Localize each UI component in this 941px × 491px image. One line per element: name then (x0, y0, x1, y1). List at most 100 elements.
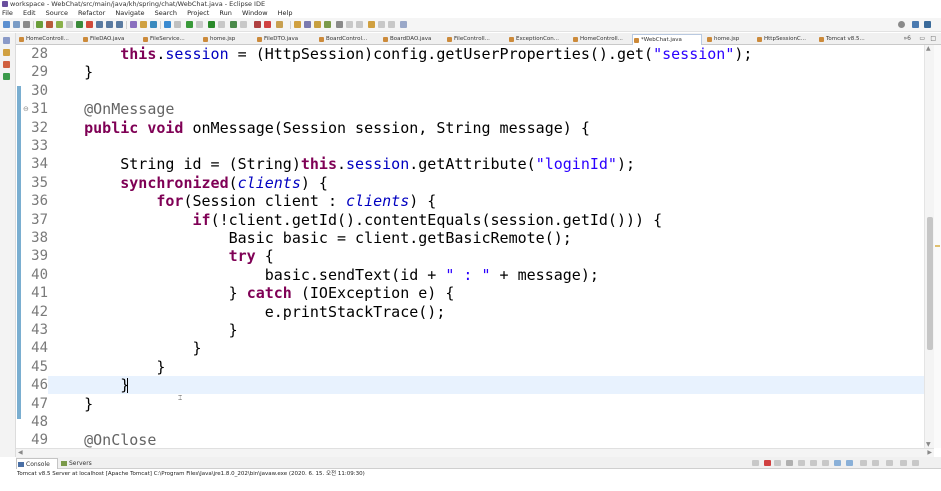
step-return-icon[interactable] (116, 21, 123, 28)
scrollbar-thumb[interactable] (927, 217, 933, 350)
editor-tab[interactable]: FileControll... (446, 34, 504, 45)
display-console-icon[interactable] (872, 460, 879, 466)
overview-ruler[interactable] (934, 45, 941, 448)
dropdown-icon[interactable] (174, 21, 181, 28)
new-java-project-icon[interactable] (130, 21, 137, 28)
overview-marker[interactable] (935, 245, 940, 247)
console-output[interactable] (16, 479, 941, 491)
dropdown-icon[interactable] (240, 21, 247, 28)
open-console-icon[interactable] (886, 460, 893, 466)
editor-tab[interactable]: BoardControl... (318, 34, 378, 45)
dropdown-icon[interactable] (196, 21, 203, 28)
pin-editor-icon[interactable] (400, 21, 407, 28)
outline-icon[interactable] (3, 61, 10, 68)
word-wrap-icon[interactable] (822, 460, 829, 466)
toggle-whitespace-icon[interactable] (336, 21, 343, 28)
package-explorer-icon[interactable] (3, 49, 10, 56)
scroll-down-icon[interactable]: ▼ (926, 441, 931, 448)
vertical-scrollbar[interactable]: ▲ ▼ (924, 45, 934, 448)
open-task-icon[interactable] (304, 21, 311, 28)
servers-tab[interactable]: Servers (60, 458, 102, 469)
web-browser-icon[interactable] (164, 21, 171, 28)
previous-annotation-icon[interactable] (356, 21, 363, 28)
maximize-icon[interactable]: □ (930, 35, 936, 42)
publish-icon[interactable] (276, 21, 283, 28)
editor-tab[interactable]: FileDTO.java (256, 34, 314, 45)
menu-help[interactable]: Help (278, 9, 293, 18)
terminate-icon[interactable] (86, 21, 93, 28)
console-tab[interactable]: Console (16, 458, 58, 469)
editor-tab[interactable]: FileDAO.java (82, 34, 140, 45)
editor-tab[interactable]: home.jsp (706, 34, 752, 45)
scroll-left-icon[interactable]: ◀ (18, 449, 23, 457)
new-package-icon[interactable] (140, 21, 147, 28)
skip-breakpoints-icon[interactable] (36, 21, 43, 28)
console-tool-icon[interactable] (752, 460, 759, 466)
start-server-icon[interactable] (254, 21, 261, 28)
debug-icon[interactable] (76, 21, 83, 28)
resume-icon[interactable] (56, 21, 63, 28)
minimize-icon[interactable]: ▭ (919, 35, 925, 42)
maximize-icon[interactable] (912, 460, 919, 466)
new-class-icon[interactable] (150, 21, 157, 28)
scroll-lock-icon[interactable] (810, 460, 817, 466)
restore-icon[interactable] (3, 37, 10, 44)
editor-tab-label: Tomcat v8.5... (826, 36, 865, 42)
editor-tab[interactable]: HomeControll... (572, 34, 630, 45)
last-edit-location-icon[interactable] (368, 21, 375, 28)
stop-server-icon[interactable] (264, 21, 271, 28)
terminate-icon[interactable] (764, 460, 771, 466)
scroll-right-icon[interactable]: ▶ (927, 449, 932, 457)
dropdown-icon[interactable] (218, 21, 225, 28)
menu-file[interactable]: File (2, 9, 13, 18)
menu-run[interactable]: Run (219, 9, 231, 18)
next-annotation-icon[interactable] (346, 21, 353, 28)
editor-tab[interactable]: home.jsp (202, 34, 252, 45)
show-on-stdout-icon[interactable] (834, 460, 841, 466)
remove-launch-icon[interactable] (774, 460, 781, 466)
minimize-icon[interactable] (900, 460, 907, 466)
toolbar-separator (33, 21, 34, 29)
clear-console-icon[interactable] (798, 460, 805, 466)
step-into-icon[interactable] (96, 21, 103, 28)
forward-icon[interactable] (388, 21, 395, 28)
editor-tab[interactable]: FileService... (142, 34, 198, 45)
task-list-icon[interactable] (3, 73, 10, 80)
pin-console-icon[interactable] (860, 460, 867, 466)
menu-refactor[interactable]: Refactor (78, 9, 105, 18)
editor-tab[interactable]: HttpSessionC... (756, 34, 814, 45)
quick-access-icon[interactable] (898, 21, 905, 28)
menu-navigate[interactable]: Navigate (115, 9, 144, 18)
editor-tab[interactable]: BoardDAO.java (382, 34, 442, 45)
step-over-icon[interactable] (106, 21, 113, 28)
editor-tab[interactable]: HomeControll... (18, 34, 78, 45)
suspend-icon[interactable] (66, 21, 73, 28)
scroll-up-icon[interactable]: ▲ (926, 45, 931, 52)
show-on-stderr-icon[interactable] (846, 460, 853, 466)
toggle-mark-icon[interactable] (324, 21, 331, 28)
java-editor[interactable]: ⊖ 28 29 30 31 32 33 34 35 36 37 38 39 40… (16, 45, 924, 448)
save-icon[interactable] (13, 21, 20, 28)
editor-tab-active[interactable]: *WebChat.java (632, 34, 702, 45)
menu-project[interactable]: Project (187, 9, 209, 18)
java-perspective-icon[interactable] (924, 21, 931, 28)
editor-tab[interactable]: ExceptionCon... (508, 34, 568, 45)
menu-window[interactable]: Window (242, 9, 268, 18)
menu-source[interactable]: Source (46, 9, 68, 18)
remove-all-icon[interactable] (786, 460, 793, 466)
new-icon[interactable] (3, 21, 10, 28)
editor-tab[interactable]: Tomcat v8.5... (818, 34, 874, 45)
run-icon[interactable] (208, 21, 215, 28)
menu-edit[interactable]: Edit (23, 9, 36, 18)
horizontal-scrollbar[interactable]: ◀ ▶ (16, 448, 934, 457)
debug-as-icon[interactable] (186, 21, 193, 28)
tabs-overflow-button[interactable]: »6 (904, 35, 912, 42)
back-icon[interactable] (378, 21, 385, 28)
search-icon[interactable] (314, 21, 321, 28)
menu-search[interactable]: Search (155, 9, 177, 18)
open-type-icon[interactable] (294, 21, 301, 28)
stop-icon[interactable] (46, 21, 53, 28)
perspective-icon[interactable] (912, 21, 919, 28)
external-tools-icon[interactable] (230, 21, 237, 28)
save-all-icon[interactable] (23, 21, 30, 28)
